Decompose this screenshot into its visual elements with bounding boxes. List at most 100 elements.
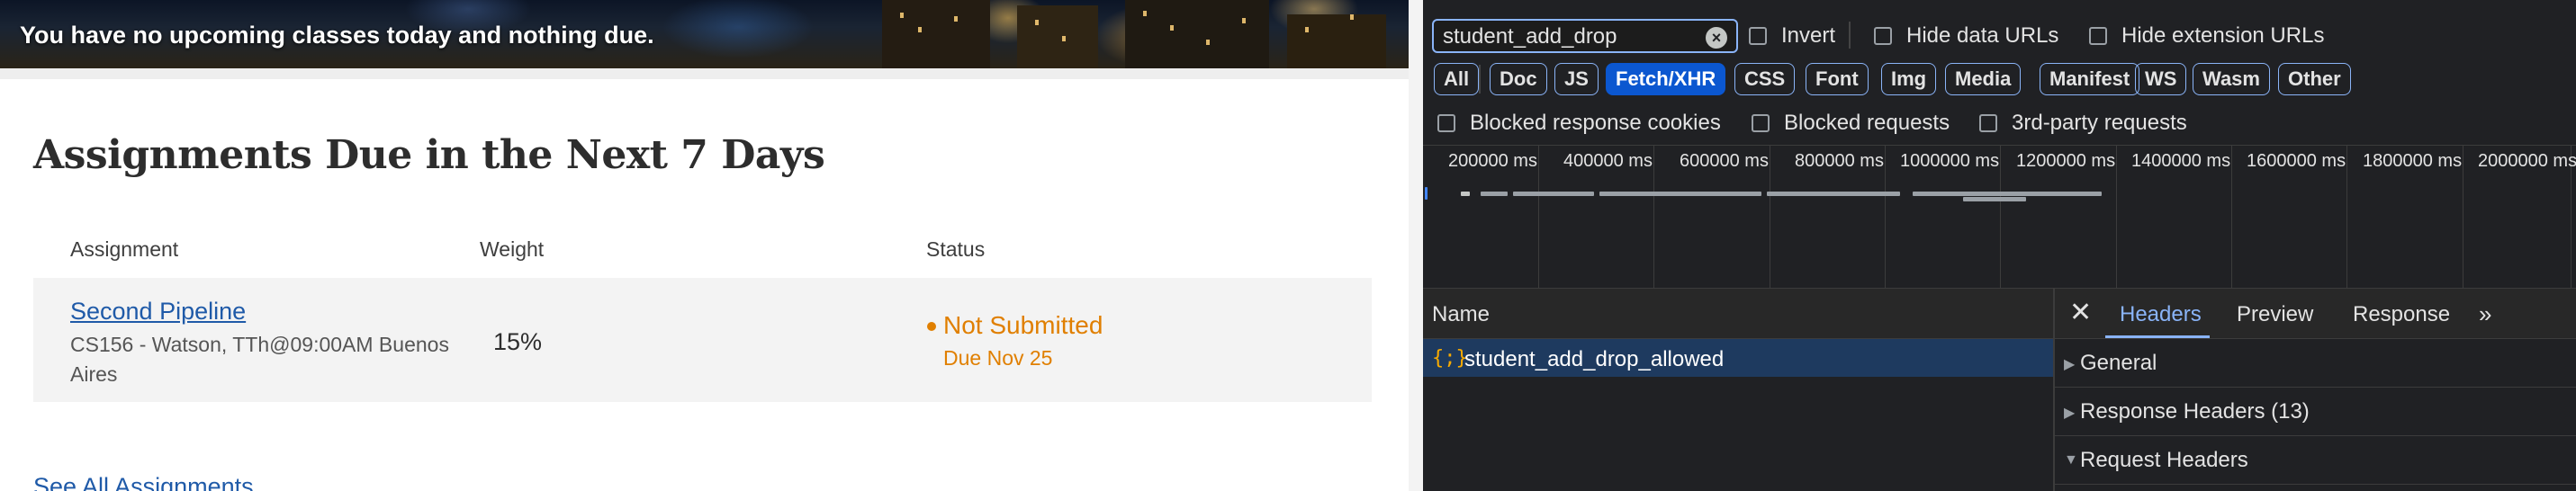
hero-window-light [918,27,922,32]
filter-chip-img[interactable]: Img [1881,63,1937,95]
checkbox-box[interactable] [1752,114,1770,132]
see-all-assignments-link[interactable]: See All Assignments [33,473,254,491]
hide-data-urls-checkbox[interactable]: Hide data URLs [1874,22,2058,49]
timeline-tick: 400000 ms [1563,151,1653,171]
hide-extension-urls-checkbox[interactable]: Hide extension URLs [2089,22,2324,49]
collapse-arrow-icon[interactable]: ▼ [2064,452,2078,469]
assignment-course: CS156 - Watson, TTh@09:00AM Buenos Aires [70,333,449,386]
timeline-request-bar [1767,192,1900,196]
filter-chip-ws[interactable]: WS [2135,63,2187,95]
timeline-tick: 200000 ms [1448,151,1537,171]
active-tab-indicator [2105,335,2210,338]
filter-chip-font[interactable]: Font [1806,63,1869,95]
checkbox-label: Invert [1781,23,1836,48]
hero-window-light [1305,27,1309,32]
name-column-header[interactable] [1423,289,2053,339]
hero-message: You have no upcoming classes today and n… [20,22,654,49]
timeline-gridline [1538,145,1539,289]
blocked-requests-checkbox[interactable]: Blocked requests [1752,110,1950,137]
hero-window-light [1242,18,1246,23]
timeline-tick: 800000 ms [1795,151,1884,171]
filter-chip-media[interactable]: Media [1945,63,2022,95]
filter-chip-js[interactable]: JS [1554,63,1599,95]
timeline-request-bar [1513,192,1594,196]
column-header-status: Status [926,237,986,261]
close-icon[interactable]: ✕ [2069,297,2092,328]
timeline-tick: 600000 ms [1680,151,1769,171]
timeline-gridline [1885,145,1886,289]
hero-window-light [900,13,904,18]
hero-window-light [1350,14,1354,20]
filter-chip-fetch-xhr[interactable]: Fetch/XHR [1606,63,1726,95]
checkbox-box[interactable] [2089,27,2107,45]
checkbox-box[interactable] [1437,114,1455,132]
blocked-response-cookies-checkbox[interactable]: Blocked response cookies [1437,110,1721,137]
expand-arrow-icon[interactable]: ▶ [2064,404,2075,422]
hero-window-light [1206,40,1210,45]
devtools-network-panel: × Invert Hide data URLs Hide extension U… [1423,0,2576,491]
hero-window-light [1062,36,1066,41]
timeline-request-bar [1481,192,1508,196]
timeline-tick: 1400000 ms [2131,151,2231,171]
column-header-weight: Weight [480,237,545,261]
checkbox-box[interactable] [1874,27,1892,45]
filter-chip-manifest[interactable]: Manifest [2040,63,2140,95]
section-label[interactable]: Request Headers [2080,448,2248,473]
filter-chip-css[interactable]: CSS [1734,63,1796,95]
timeline-tick: 1600000 ms [2247,151,2346,171]
hero-window-light [954,16,958,22]
toolbar-divider [1849,22,1851,49]
checkbox-box[interactable] [1749,27,1767,45]
filter-chip-other[interactable]: Other [2278,63,2351,95]
due-date: Due Nov 25 [943,346,1053,370]
timeline-gridline [2116,145,2117,289]
timeline-gridline [2231,145,2232,289]
timeline-tick: 2000000 ms [2478,151,2576,171]
checkbox-label: Hide extension URLs [2121,23,2325,48]
chip-divider [1479,65,1481,94]
column-header-assignment: Assignment [70,237,179,261]
timeline-current-marker [1425,187,1428,200]
section-divider [0,68,1409,79]
network-filter[interactable]: × [1432,19,1738,53]
status-dot-icon [927,322,936,331]
filter-chip-all[interactable]: All [1434,63,1480,95]
timeline-request-bar [1461,192,1470,196]
section-label[interactable]: General [2080,351,2157,376]
timeline-request-bar [1599,192,1761,196]
filter-chip-doc[interactable]: Doc [1490,63,1547,95]
filter-input[interactable] [1443,24,1695,49]
hero-window-light [1170,25,1174,31]
assignment-link[interactable]: Second Pipeline [70,298,246,326]
xhr-icon: {;} [1432,347,1468,370]
third-party-requests-checkbox[interactable]: 3rd-party requests [1979,110,2187,137]
checkbox-label: Blocked requests [1784,111,1950,135]
name-column-label: Name [1432,302,1491,326]
timeline-gridline [2346,145,2347,289]
filter-chip-wasm[interactable]: Wasm [2193,63,2270,95]
timeline-request-bar [1963,197,2026,201]
tab-preview[interactable]: Preview [2237,302,2313,327]
more-tabs-icon[interactable]: » [2479,300,2491,328]
assignments-heading: Assignments Due in the Next 7 Days [33,132,825,178]
section-label[interactable]: Response Headers (13) [2080,399,2310,424]
hero-building [1017,5,1098,68]
checkbox-label: 3rd-party requests [2012,111,2187,135]
request-name[interactable]: student_add_drop_allowed [1464,347,1724,372]
tab-response[interactable]: Response [2353,302,2450,327]
hero-building [882,0,990,68]
checkbox-box[interactable] [1979,114,1997,132]
hero-building [1287,14,1386,68]
web-page: You have no upcoming classes today and n… [0,0,1409,491]
timeline-request-bar [1913,192,2102,196]
checkbox-label: Blocked response cookies [1470,111,1721,135]
timeline-gridline [1653,145,1654,289]
clear-filter-icon[interactable]: × [1706,27,1727,49]
tab-headers[interactable]: Headers [2120,302,2202,327]
expand-arrow-icon[interactable]: ▶ [2064,355,2075,373]
invert-checkbox[interactable]: Invert [1749,22,1835,49]
timeline-gridline [2000,145,2001,289]
assignment-weight: 15% [493,328,543,355]
page-scrollbar[interactable] [1409,0,1423,491]
timeline-tick: 1000000 ms [1900,151,2000,171]
